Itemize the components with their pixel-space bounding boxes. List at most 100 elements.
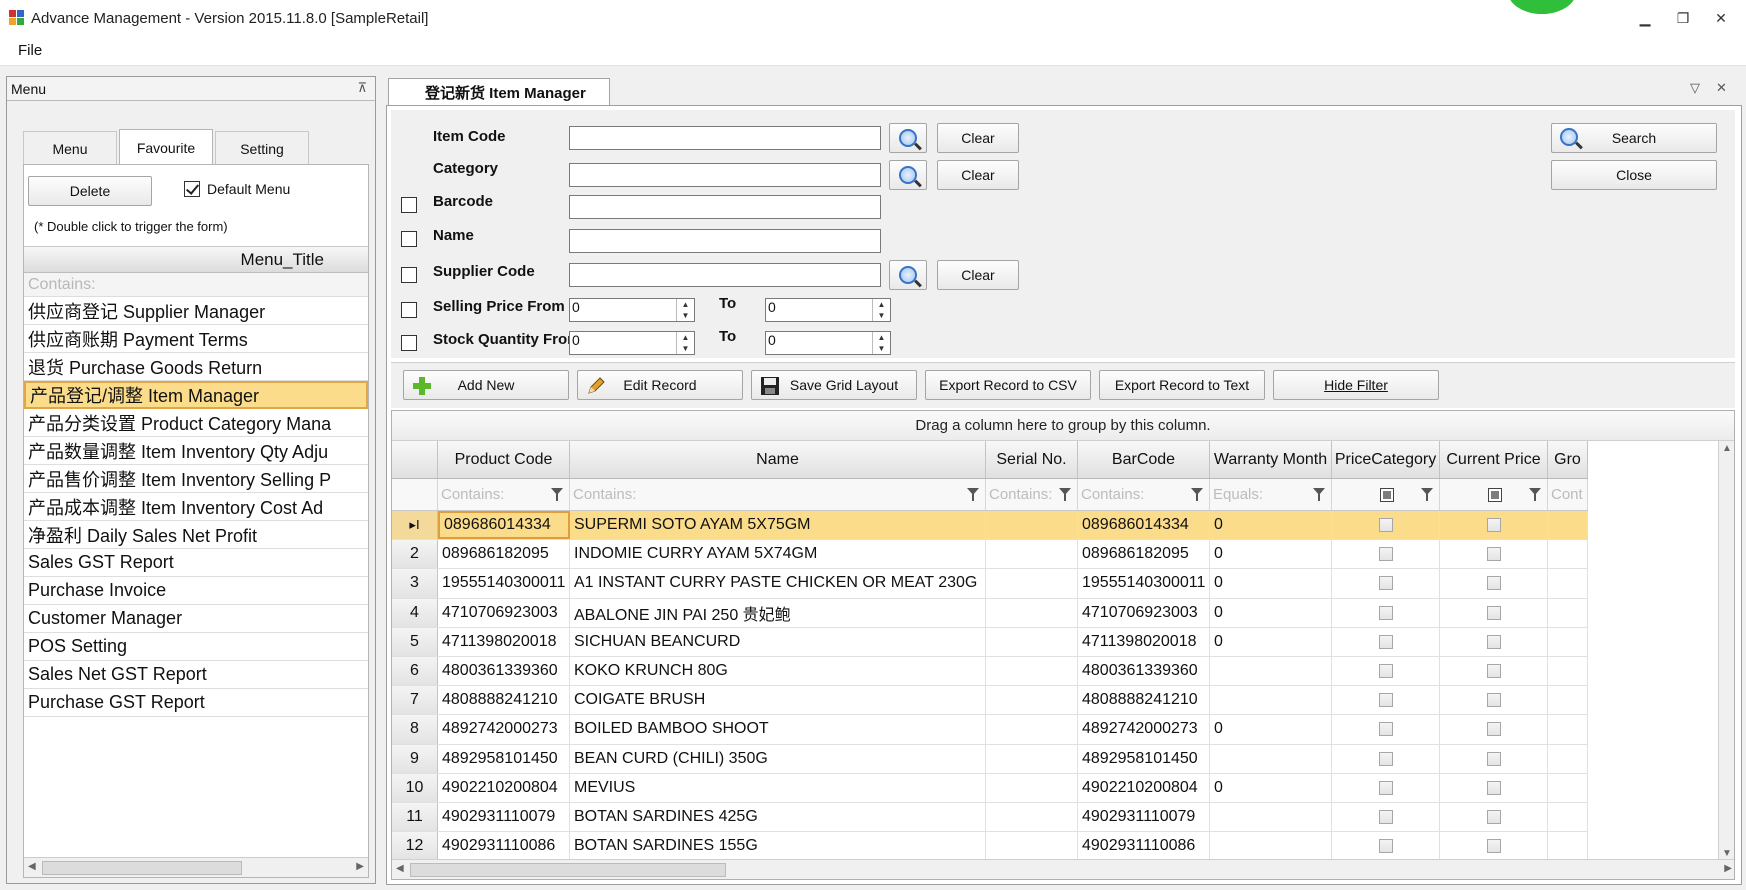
table-row[interactable]: 3 19555140300011 A1 INSTANT CURRY PASTE CH… — [392, 569, 1588, 599]
cell-product-code[interactable]: 4902210200804 — [438, 773, 570, 802]
scroll-thumb[interactable] — [42, 861, 242, 875]
cell-group[interactable] — [1548, 832, 1588, 861]
table-row[interactable]: 6 4800361339360 KOKO KRUNCH 80G 48003613393… — [392, 656, 1588, 687]
row-checkbox[interactable] — [1378, 576, 1393, 591]
scroll-right-icon[interactable]: ▶ — [356, 861, 364, 872]
row-checkbox[interactable] — [1486, 664, 1501, 679]
cell-price-category[interactable] — [1332, 832, 1440, 861]
menu-list-item[interactable]: Customer Manager — [24, 605, 368, 633]
selling-price-from-stepper[interactable]: 0 ▲ ▼ — [569, 298, 695, 322]
filter-cell-group[interactable]: Cont — [1548, 479, 1588, 510]
column-header-price-category[interactable]: PriceCategory — [1332, 441, 1440, 478]
save-grid-layout-button[interactable]: Save Grid Layout — [751, 370, 917, 400]
cell-product-code[interactable]: 4800361339360 — [438, 656, 570, 686]
selling-price-to-stepper[interactable]: 0 ▲ ▼ — [765, 298, 891, 322]
cell-product-code[interactable]: 4902931110079 — [438, 802, 570, 832]
item-code-input[interactable] — [569, 126, 881, 150]
cell-name[interactable]: KOKO KRUNCH 80G — [570, 656, 986, 686]
row-checkbox[interactable] — [1378, 547, 1393, 562]
column-header-product-code[interactable]: Product Code — [438, 441, 570, 478]
cell-group[interactable] — [1548, 627, 1588, 656]
column-header-warranty-month[interactable]: Warranty Month — [1210, 441, 1332, 478]
cell-warranty-month[interactable]: 0 — [1210, 598, 1332, 627]
menu-list-item[interactable]: 产品售价调整 Item Inventory Selling P — [24, 465, 368, 493]
row-checkbox[interactable] — [1486, 751, 1501, 766]
cell-serial-no[interactable] — [986, 686, 1078, 715]
filter-cell-product-code[interactable]: Contains: — [438, 479, 570, 510]
table-row[interactable]: 9 4892958101450 BEAN CURD (CHILI) 350G 4892… — [392, 744, 1588, 774]
cell-serial-no[interactable] — [986, 627, 1078, 656]
cell-product-code[interactable]: 4808888241210 — [438, 686, 570, 715]
row-number[interactable]: 6 — [392, 656, 438, 686]
stock-quantity-checkbox[interactable] — [401, 335, 417, 351]
filter-funnel-icon[interactable] — [967, 488, 979, 501]
cell-name[interactable]: BOTAN SARDINES 425G — [570, 802, 986, 832]
table-row[interactable]: 2 089686182095 INDOMIE CURRY AYAM 5X74GM 08… — [392, 540, 1588, 570]
row-checkbox[interactable] — [1486, 780, 1501, 795]
row-checkbox[interactable] — [1486, 809, 1501, 824]
cell-barcode[interactable]: 4902931110086 — [1078, 832, 1210, 861]
cell-warranty-month[interactable]: 0 — [1210, 511, 1332, 540]
cell-group[interactable] — [1548, 686, 1588, 715]
column-header-barcode[interactable]: BarCode — [1078, 441, 1210, 478]
filter-funnel-icon[interactable] — [1529, 488, 1541, 501]
cell-warranty-month[interactable]: 0 — [1210, 569, 1332, 598]
column-header-current-price[interactable]: Current Price — [1440, 441, 1548, 478]
cell-price-category[interactable] — [1332, 802, 1440, 832]
cell-warranty-month[interactable] — [1210, 686, 1332, 715]
cell-name[interactable]: BOTAN SARDINES 155G — [570, 832, 986, 861]
row-checkbox[interactable] — [1378, 780, 1393, 795]
supplier-code-checkbox[interactable] — [401, 267, 417, 283]
export-text-button[interactable]: Export Record to Text — [1099, 370, 1265, 400]
filter-funnel-icon[interactable] — [551, 488, 563, 501]
row-checkbox[interactable] — [1378, 693, 1393, 708]
filter-checkbox[interactable] — [1380, 487, 1394, 502]
cell-current-price[interactable] — [1440, 656, 1548, 686]
row-checkbox[interactable] — [1486, 518, 1501, 533]
cell-price-category[interactable] — [1332, 715, 1440, 744]
row-checkbox[interactable] — [1486, 576, 1501, 591]
cell-serial-no[interactable] — [986, 744, 1078, 773]
scroll-down-icon[interactable]: ▼ — [1722, 848, 1732, 859]
cell-barcode[interactable]: 19555140300011 — [1078, 569, 1210, 598]
table-row[interactable]: 12 4902931110086 BOTAN SARDINES 155G 490293… — [392, 832, 1588, 862]
menu-list-item[interactable]: 供应商登记 Supplier Manager — [24, 297, 368, 325]
cell-group[interactable] — [1548, 656, 1588, 686]
menu-list-item[interactable]: 产品登记/调整 Item Manager — [24, 381, 368, 409]
stepper-arrows-icon[interactable]: ▲ ▼ — [872, 299, 890, 321]
column-header-serial-no[interactable]: Serial No. — [986, 441, 1078, 478]
barcode-input[interactable] — [569, 195, 881, 219]
column-header-group[interactable]: Gro — [1548, 441, 1588, 478]
cell-barcode[interactable]: 4902931110079 — [1078, 802, 1210, 832]
category-clear-button[interactable]: Clear — [937, 160, 1019, 190]
cell-product-code[interactable]: 19555140300011 — [438, 569, 570, 598]
group-by-panel[interactable]: Drag a column here to group by this colu… — [392, 411, 1734, 441]
menu-list-item[interactable]: 产品数量调整 Item Inventory Qty Adju — [24, 437, 368, 465]
cell-current-price[interactable] — [1440, 715, 1548, 744]
table-row[interactable]: 7 4808888241210 COIGATE BRUSH 4808888241210 — [392, 686, 1588, 716]
tab-setting[interactable]: Setting — [215, 131, 309, 165]
cell-current-price[interactable] — [1440, 832, 1548, 861]
row-checkbox[interactable] — [1378, 605, 1393, 620]
cell-price-category[interactable] — [1332, 773, 1440, 802]
filter-cell-warranty-month[interactable]: Equals: — [1210, 479, 1332, 510]
cell-barcode[interactable]: 089686014334 — [1078, 511, 1210, 540]
row-number[interactable]: 3 — [392, 569, 438, 598]
maximize-button[interactable]: ❐ — [1664, 0, 1702, 36]
cell-serial-no[interactable] — [986, 598, 1078, 627]
cell-price-category[interactable] — [1332, 744, 1440, 773]
table-row[interactable]: 11 4902931110079 BOTAN SARDINES 425G 490293… — [392, 802, 1588, 833]
cell-current-price[interactable] — [1440, 773, 1548, 802]
cell-price-category[interactable] — [1332, 598, 1440, 627]
cell-name[interactable]: ABALONE JIN PAI 250 贵妃鲍 — [570, 598, 986, 627]
cell-product-code[interactable]: 089686014334 — [438, 511, 570, 540]
filter-funnel-icon[interactable] — [1059, 488, 1071, 501]
cell-current-price[interactable] — [1440, 540, 1548, 569]
row-number[interactable]: 7 — [392, 686, 438, 715]
hide-filter-button[interactable]: Hide Filter — [1273, 370, 1439, 400]
tab-item-manager[interactable]: 登记新货 Item Manager — [388, 78, 610, 106]
cell-warranty-month[interactable] — [1210, 656, 1332, 686]
cell-warranty-month[interactable]: 0 — [1210, 540, 1332, 569]
cell-current-price[interactable] — [1440, 802, 1548, 832]
cell-price-category[interactable] — [1332, 540, 1440, 569]
